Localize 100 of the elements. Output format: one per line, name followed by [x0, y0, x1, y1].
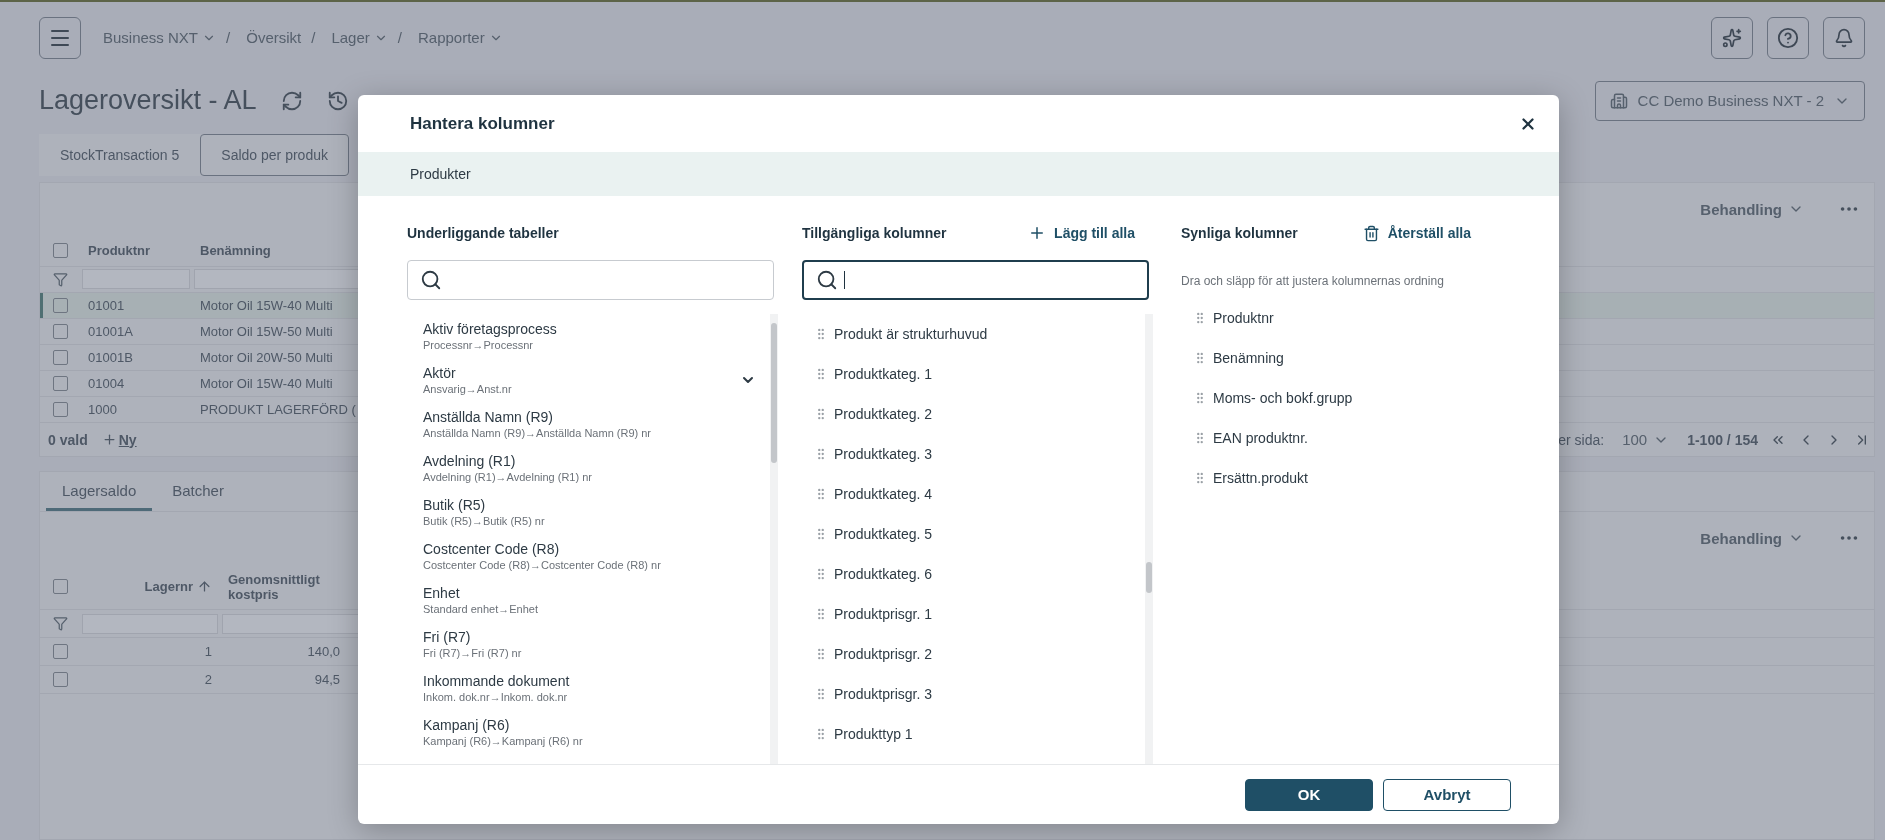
- checkbox[interactable]: [52, 297, 68, 313]
- checkbox[interactable]: [52, 375, 68, 391]
- column-list-item[interactable]: Produktprisgr. 2: [802, 634, 1145, 674]
- search-icon: [816, 269, 838, 291]
- table-cell-text: PRODUKT LAGERFÖRD (: [199, 401, 357, 417]
- table-cell-text: Motor Oil 15W-40 Multi: [199, 375, 334, 391]
- column-name: Produktprisgr. 3: [834, 686, 933, 702]
- table-cell-text: 01001B: [87, 349, 134, 365]
- table-path: Avdelning (R1)→Avdelning (R1) nr: [423, 471, 593, 483]
- table-list-item[interactable]: Aktör Ansvarig→Anst.nr: [407, 358, 770, 402]
- checkbox[interactable]: [52, 401, 68, 417]
- column-list-item[interactable]: EAN produktnr.: [1181, 418, 1531, 458]
- reset-all-button[interactable]: Återställ alla: [1362, 224, 1531, 242]
- scrollbar[interactable]: [1145, 314, 1153, 764]
- column-name: EAN produktnr.: [1213, 430, 1308, 446]
- column-list-item[interactable]: Produktkateg. 5: [802, 514, 1145, 554]
- refresh-icon[interactable]: [280, 90, 303, 112]
- table-cell-text: Motor Oil 15W-40 Multi: [199, 297, 334, 313]
- table-name: Costcenter Code (R8): [423, 541, 561, 557]
- column-list-item[interactable]: Produktkateg. 6: [802, 554, 1145, 594]
- history-icon[interactable]: [326, 90, 349, 112]
- search-field[interactable]: [802, 260, 1149, 300]
- sparkle-icon: [1722, 27, 1742, 48]
- table-list-item[interactable]: Avdelning (R1) Avdelning (R1)→Avdelning (R1) nr: [407, 446, 770, 490]
- help-icon: [1777, 26, 1799, 49]
- column-name: Produktkateg. 1: [834, 366, 933, 382]
- column-list-item[interactable]: Produktprisgr. 3: [802, 674, 1145, 714]
- checkbox[interactable]: [52, 242, 68, 258]
- checkbox[interactable]: [52, 323, 68, 339]
- menu-button[interactable]: [39, 16, 81, 59]
- dialog-title: Hantera kolumner: [410, 113, 555, 134]
- table-list-item[interactable]: Fri (R7) Fri (R7)→Fri (R7) nr: [407, 622, 770, 666]
- table-name: Kampanj (R6): [423, 717, 511, 733]
- table-list-item[interactable]: Anställda Namn (R9) Anställda Namn (R9)→Anställda Namn (R9) nr: [407, 402, 770, 446]
- table-path: Ansvarig→Anst.nr: [423, 383, 513, 395]
- table-path: Butik (R5)→Butik (R5) nr: [423, 515, 546, 527]
- column-list-item[interactable]: Produktkateg. 2: [802, 394, 1145, 434]
- checkbox[interactable]: [52, 644, 68, 660]
- table-name: Aktör: [423, 365, 457, 381]
- table-list-item[interactable]: Kampanj (R6) Kampanj (R6)→Kampanj (R6) nr: [407, 710, 770, 754]
- table-cell-text: Motor Oil 20W-50 Multi: [199, 349, 334, 365]
- table-cell-text: 2: [203, 672, 213, 688]
- page-range: 1-100 / 154: [1687, 431, 1758, 448]
- column-name: Produktkateg. 4: [834, 486, 933, 502]
- table-cell-text: 94,5: [313, 672, 341, 688]
- column-list-item[interactable]: Produktkateg. 3: [802, 434, 1145, 474]
- checkbox[interactable]: [52, 579, 68, 595]
- column-list-item[interactable]: Produkt är strukturhuvud: [802, 314, 1145, 354]
- table-path: Costcenter Code (R8)→Costcenter Code (R8) nr: [423, 559, 662, 571]
- sparkle-button[interactable]: [1711, 16, 1753, 59]
- breadcrumb-separator: /: [311, 29, 316, 47]
- column-name: Produktkateg. 3: [834, 446, 933, 462]
- grid-tab[interactable]: Lagersaldo: [46, 472, 153, 512]
- column-list-item[interactable]: Produktkateg. 4: [802, 474, 1145, 514]
- column-name: Produktkateg. 5: [834, 526, 933, 542]
- scrollbar[interactable]: [770, 314, 778, 764]
- view-tab[interactable]: Saldo per produk: [200, 134, 349, 177]
- column-heading: Underliggande tabeller: [407, 225, 559, 241]
- breadcrumb-separator: /: [226, 29, 231, 47]
- column-list-item[interactable]: Produktprisgr. 1: [802, 594, 1145, 634]
- notifications-button[interactable]: [1823, 16, 1865, 59]
- view-tab[interactable]: StockTransaction 5: [39, 134, 201, 177]
- help-button[interactable]: [1767, 16, 1809, 59]
- table-name: Fri (R7): [423, 629, 472, 645]
- table-list-item[interactable]: Inkommande dokument Inkom. dok.nr→Inkom. dok.nr: [407, 666, 770, 710]
- table-path: Fri (R7)→Fri (R7) nr: [423, 647, 523, 659]
- section-label: Produkter: [410, 166, 471, 182]
- table-path: Inkom. dok.nr→Inkom. dok.nr: [423, 691, 569, 703]
- column-heading: Synliga kolumner: [1181, 225, 1298, 241]
- column-list-item[interactable]: Benämning: [1181, 338, 1531, 378]
- per-page-label: er sida:: [1558, 431, 1605, 448]
- column-list-item[interactable]: Produkttyp 1: [802, 714, 1145, 754]
- table-list-item[interactable]: Enhet Standard enhet→Enhet: [407, 578, 770, 622]
- table-name: Inkommande dokument: [423, 673, 571, 689]
- table-list-item[interactable]: Butik (R5) Butik (R5)→Butik (R5) nr: [407, 490, 770, 534]
- table-cell-text: 140,0: [306, 644, 341, 660]
- table-cell-text: 01001: [87, 297, 126, 313]
- table-cell-text: 01001A: [87, 323, 134, 339]
- column-name: Produktnr: [1213, 310, 1274, 326]
- table-list-item[interactable]: Costcenter Code (R8) Costcenter Code (R8)→Costcenter Code (R8) nr: [407, 534, 770, 578]
- hint-text: Dra och släpp för att justera kolumnernas ordning: [1181, 273, 1445, 290]
- column-name: Produktkateg. 6: [834, 566, 933, 582]
- column-heading: Tillgängliga kolumner: [802, 225, 947, 241]
- table-path: Kampanj (R6)→Kampanj (R6) nr: [423, 735, 584, 747]
- table-name: Anställda Namn (R9): [423, 409, 554, 425]
- column-list-item[interactable]: Produktnr: [1181, 298, 1531, 338]
- checkbox[interactable]: [52, 349, 68, 365]
- ok-button[interactable]: OK: [1245, 778, 1373, 811]
- column-list-item[interactable]: Produktkateg. 1: [802, 354, 1145, 394]
- table-path: Processnr→Processnr: [423, 339, 535, 351]
- sort-up-icon: [197, 579, 212, 595]
- checkbox[interactable]: [52, 672, 68, 688]
- column-list-item[interactable]: Moms- och bokf.grupp: [1181, 378, 1531, 418]
- search-icon: [420, 269, 442, 291]
- table-name: Aktiv företagsprocess: [423, 321, 558, 337]
- table-name: Butik (R5): [423, 497, 487, 513]
- add-all-button[interactable]: Lägg till alla: [1028, 224, 1149, 242]
- column-list-item[interactable]: Ersättn.produkt: [1181, 458, 1531, 498]
- cancel-button[interactable]: Avbryt: [1383, 778, 1511, 811]
- table-list-item[interactable]: Aktiv företagsprocess Processnr→Processnr: [407, 314, 770, 358]
